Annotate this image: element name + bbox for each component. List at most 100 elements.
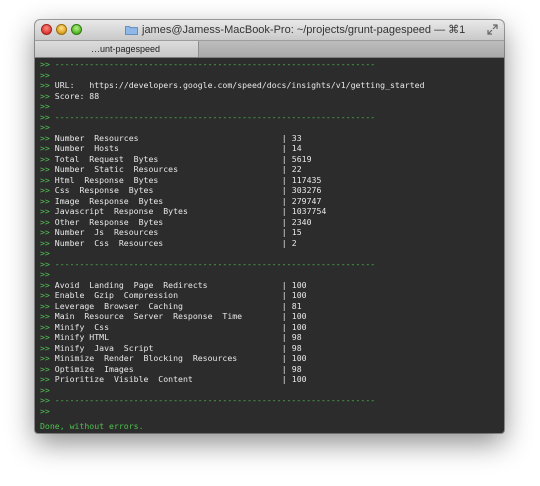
separator-line: >> -------------------------------------…: [40, 259, 500, 270]
tab-grunt-pagespeed[interactable]: …unt-pagespeed: [35, 41, 199, 57]
prompt-marker: >>: [40, 206, 50, 216]
rule-row-value: 98: [291, 332, 302, 342]
fullscreen-icon[interactable]: [487, 24, 498, 35]
rule-row-value: 100: [291, 353, 307, 363]
blank-line: >>: [40, 122, 500, 133]
separator: ----------------------------------------…: [54, 258, 376, 269]
prompt-marker: >>: [40, 395, 50, 405]
resource-row-value: 22: [291, 164, 302, 174]
rule-row: >> Minify HTML | 98: [40, 332, 500, 343]
prompt-marker: >>: [40, 311, 50, 321]
resource-row: >> Number Resources | 33: [40, 133, 500, 144]
rule-row-label: Leverage Browser Caching: [54, 300, 183, 311]
resource-row-label: Html Response Bytes: [54, 174, 159, 185]
column-divider: |: [281, 132, 287, 143]
url-line: >> URL: https://developers.google.com/sp…: [40, 80, 500, 91]
separator-line: >> -------------------------------------…: [40, 112, 500, 123]
blank-line: >>: [40, 385, 500, 396]
column-divider: |: [281, 195, 287, 206]
column-divider: |: [281, 363, 287, 374]
rule-row-value: 100: [291, 290, 307, 300]
rule-row-label: Minify Css: [54, 321, 110, 332]
window-controls: [41, 24, 82, 35]
column-divider: |: [281, 227, 287, 237]
resource-row-label: Number Hosts: [54, 143, 119, 153]
folder-icon: [125, 25, 138, 35]
blank-line: >>: [40, 406, 500, 417]
title-bar[interactable]: james@Jamess-MacBook-Pro: ~/projects/gru…: [35, 20, 504, 41]
prompt-marker: >>: [40, 258, 50, 269]
resource-row-value: 117435: [291, 174, 322, 185]
prompt-marker: >>: [40, 59, 50, 69]
rule-row: >> Minify Java Script | 98: [40, 343, 500, 354]
column-divider: |: [281, 374, 287, 384]
resource-row-label: Image Response Bytes: [54, 195, 164, 206]
resource-row: >> Total Request Bytes | 5619: [40, 154, 500, 165]
rule-row-label: Enable Gzip Compression: [54, 290, 179, 300]
resource-row-value: 2: [291, 237, 297, 248]
rule-row-label: Avoid Landing Page Redirects: [54, 279, 208, 290]
blank-line: >>: [40, 269, 500, 280]
column-divider: |: [281, 311, 287, 321]
resource-row: >> Javascript Response Bytes | 1037754: [40, 206, 500, 217]
resource-row-label: Number Css Resources: [54, 237, 164, 248]
column-divider: |: [281, 164, 287, 174]
close-button[interactable]: [41, 24, 52, 35]
prompt-marker: >>: [40, 195, 50, 206]
resource-row-value: 2340: [291, 216, 312, 227]
prompt-marker: >>: [40, 69, 50, 80]
minimize-button[interactable]: [56, 24, 67, 35]
resource-row-value: 1037754: [291, 206, 327, 216]
rule-row-label: Minify Java Script: [54, 342, 154, 353]
separator: ----------------------------------------…: [54, 395, 376, 405]
resource-row: >> Number Hosts | 14: [40, 143, 500, 154]
prompt-marker: >>: [40, 216, 50, 227]
column-divider: |: [281, 185, 287, 195]
column-divider: |: [281, 342, 287, 353]
prompt-marker: >>: [40, 374, 50, 384]
column-divider: |: [281, 143, 287, 153]
column-divider: |: [281, 332, 287, 342]
prompt-marker: >>: [40, 164, 50, 174]
resource-row-label: Total Request Bytes: [54, 153, 159, 164]
prompt-marker: >>: [40, 321, 50, 332]
terminal-output[interactable]: >> -------------------------------------…: [40, 59, 500, 416]
rule-row: >> Avoid Landing Page Redirects | 100: [40, 280, 500, 291]
resource-row: >> Html Response Bytes | 117435: [40, 175, 500, 186]
resource-row-value: 303276: [291, 185, 322, 195]
resource-row: >> Number Css Resources | 2: [40, 238, 500, 249]
rule-row-value: 98: [291, 342, 302, 353]
prompt-marker: >>: [40, 227, 50, 237]
resource-row-value: 33: [291, 132, 302, 143]
resource-row-value: 5619: [291, 153, 312, 164]
prompt-marker: >>: [40, 237, 50, 248]
rule-row: >> Minify Css | 100: [40, 322, 500, 333]
resource-row-label: Number Resources: [54, 132, 139, 143]
resource-row: >> Number Js Resources | 15: [40, 227, 500, 238]
column-divider: |: [281, 237, 287, 248]
prompt-marker: >>: [40, 185, 50, 195]
separator-line: >> -------------------------------------…: [40, 395, 500, 406]
resource-row-label: Other Response Bytes: [54, 216, 164, 227]
prompt-marker: >>: [40, 248, 50, 258]
prompt-marker: >>: [40, 101, 50, 111]
prompt-marker: >>: [40, 332, 50, 342]
window-title-text: james@Jamess-MacBook-Pro: ~/projects/gru…: [142, 24, 466, 36]
resource-row: >> Number Static Resources | 22: [40, 164, 500, 175]
prompt-marker: >>: [40, 342, 50, 353]
rule-row-value: 81: [291, 300, 302, 311]
prompt-marker: >>: [40, 279, 50, 290]
prompt-marker: >>: [40, 384, 50, 395]
resource-row: >> Image Response Bytes | 279747: [40, 196, 500, 207]
zoom-button[interactable]: [71, 24, 82, 35]
column-divider: |: [281, 153, 287, 164]
prompt-marker: >>: [40, 90, 50, 101]
blank-line: >>: [40, 248, 500, 259]
column-divider: |: [281, 216, 287, 227]
column-divider: |: [281, 279, 287, 290]
separator-line: >> -------------------------------------…: [40, 59, 500, 70]
column-divider: |: [281, 353, 287, 363]
prompt-marker: >>: [40, 363, 50, 374]
resource-row: >> Css Response Bytes | 303276: [40, 185, 500, 196]
resource-row-value: 279747: [291, 195, 322, 206]
